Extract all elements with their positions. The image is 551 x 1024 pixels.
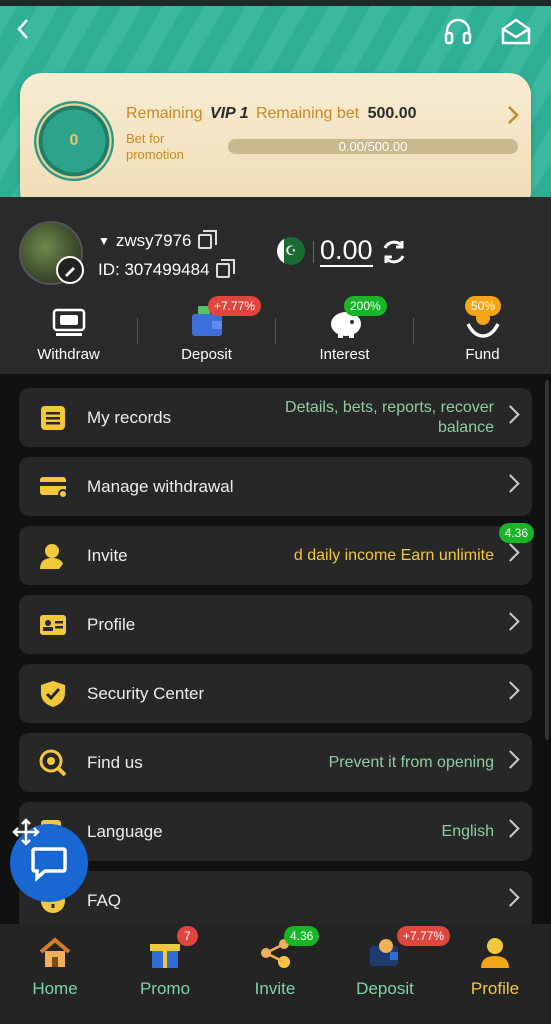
- edit-avatar-icon[interactable]: [56, 256, 84, 284]
- bottom-nav: Home 7 Promo 4.36 Invite +7.77% Deposit …: [0, 924, 551, 1024]
- nav-promo[interactable]: 7 Promo: [110, 924, 220, 1024]
- profile-icon: [478, 936, 512, 970]
- back-icon[interactable]: [10, 16, 36, 42]
- action-label: Fund: [465, 346, 500, 363]
- refresh-icon[interactable]: [380, 238, 408, 273]
- promo-badge: 7: [177, 926, 198, 946]
- flag-pakistan-icon[interactable]: ☪: [277, 237, 305, 265]
- copy-id-icon[interactable]: [215, 258, 235, 278]
- nav-label: Profile: [470, 979, 520, 998]
- invite-badge: 4.36: [498, 523, 534, 543]
- user-id-row: ID: 307499484: [98, 258, 235, 280]
- username-row: ▼ zwsy7976: [98, 229, 217, 251]
- invite-marquee: d daily income Earn unlimite: [293, 547, 494, 564]
- menu-label: My records: [87, 408, 172, 427]
- menu-item-security-center[interactable]: Security Center: [19, 664, 532, 723]
- vip-remaining-line: Remaining VIP 1 Remaining bet 500.00: [126, 105, 417, 123]
- action-fund[interactable]: 50% Fund: [414, 296, 551, 370]
- action-interest[interactable]: 200% Interest: [276, 296, 413, 370]
- menu-item-profile[interactable]: Profile: [19, 595, 532, 654]
- vip-medal-icon: 0: [34, 101, 114, 181]
- chevron-right-icon: [504, 750, 518, 772]
- divider: [313, 241, 314, 263]
- menu-value: Details, bets, reports, recover balance: [285, 399, 494, 436]
- vip-level: VIP 1: [209, 105, 249, 122]
- vip-subtext: Bet for promotion: [126, 131, 184, 162]
- search-web-icon: [39, 749, 67, 777]
- chat-bubble-icon: [31, 847, 67, 882]
- menu-label: Manage withdrawal: [87, 477, 234, 496]
- copy-icon[interactable]: [197, 229, 217, 249]
- nav-label: Invite: [254, 979, 296, 998]
- mail-icon[interactable]: [499, 15, 533, 49]
- chevron-right-icon: [504, 888, 518, 910]
- action-label: Withdraw: [37, 346, 100, 363]
- menu-label: Invite: [87, 546, 128, 565]
- menu-item-invite[interactable]: Invite d daily income Earn unlimite 4.36: [19, 523, 534, 585]
- chevron-right-icon[interactable]: [507, 105, 519, 131]
- caret-down-icon[interactable]: ▼: [98, 234, 110, 248]
- action-label: Interest: [319, 346, 370, 363]
- nav-profile[interactable]: Profile: [440, 924, 550, 1024]
- withdraw-icon: [52, 306, 86, 338]
- vip-amount: 500.00: [367, 105, 417, 122]
- medal-level: 0: [69, 132, 79, 149]
- vip-progress-bar: 0.00/500.00: [228, 139, 518, 154]
- menu-label: Security Center: [87, 684, 205, 703]
- nav-invite[interactable]: 4.36 Invite: [220, 924, 330, 1024]
- menu-item-manage-withdrawal[interactable]: Manage withdrawal: [19, 457, 532, 516]
- action-withdraw[interactable]: Withdraw: [0, 300, 137, 370]
- gift-icon: [148, 936, 182, 970]
- chevron-right-icon: [504, 681, 518, 703]
- menu-item-my-records[interactable]: My records Details, bets, reports, recov…: [19, 388, 532, 447]
- menu-item-faq[interactable]: FAQ: [19, 871, 532, 930]
- chevron-right-icon: [504, 819, 518, 841]
- id-card-icon: [39, 611, 67, 639]
- nav-deposit[interactable]: +7.77% Deposit: [330, 924, 451, 1024]
- chevron-right-icon: [504, 612, 518, 634]
- chevron-right-icon: [504, 474, 518, 496]
- menu-value: English: [441, 823, 494, 840]
- menu-value: Prevent it from opening: [328, 754, 494, 771]
- nav-label: Home: [32, 979, 78, 998]
- action-label: Deposit: [181, 346, 232, 363]
- user-id: ID: 307499484: [98, 260, 210, 279]
- records-icon: [39, 404, 67, 432]
- deposit-badge: +7.77%: [208, 296, 262, 316]
- nav-home[interactable]: Home: [0, 924, 110, 1024]
- scrollbar[interactable]: [545, 380, 549, 740]
- invite-badge: 4.36: [284, 926, 320, 946]
- shield-check-icon: [39, 680, 67, 708]
- headset-icon[interactable]: [442, 16, 474, 48]
- menu-label: Profile: [87, 615, 136, 634]
- menu-list: My records Details, bets, reports, recov…: [0, 374, 551, 930]
- menu-label: FAQ: [87, 891, 122, 910]
- nav-label: Deposit: [356, 979, 414, 998]
- vip-prefix: Remaining: [126, 105, 203, 122]
- status-strip: [0, 0, 551, 6]
- action-deposit[interactable]: +7.77% Deposit: [138, 296, 275, 370]
- card-settings-icon: [39, 473, 68, 501]
- nav-label: Promo: [139, 979, 191, 998]
- menu-label: Language: [87, 822, 163, 841]
- menu-item-language[interactable]: Language English: [19, 802, 532, 861]
- username: zwsy7976: [115, 231, 192, 250]
- chevron-right-icon: [504, 543, 518, 565]
- wallet-icon: [368, 936, 402, 970]
- chevron-right-icon: [504, 405, 518, 427]
- vip-middle: Remaining bet: [255, 105, 360, 122]
- interest-badge: 200%: [344, 296, 387, 316]
- balance-value: 0.00: [320, 235, 373, 267]
- menu-label: Find us: [87, 753, 143, 772]
- menu-item-find-us[interactable]: Find us Prevent it from opening: [19, 733, 532, 792]
- move-handle-icon[interactable]: [12, 818, 40, 846]
- vip-card[interactable]: 0 Remaining VIP 1 Remaining bet 500.00 B…: [20, 73, 531, 213]
- fund-badge: 50%: [465, 296, 502, 316]
- invite-user-icon: [39, 542, 67, 570]
- house-icon: [38, 936, 72, 970]
